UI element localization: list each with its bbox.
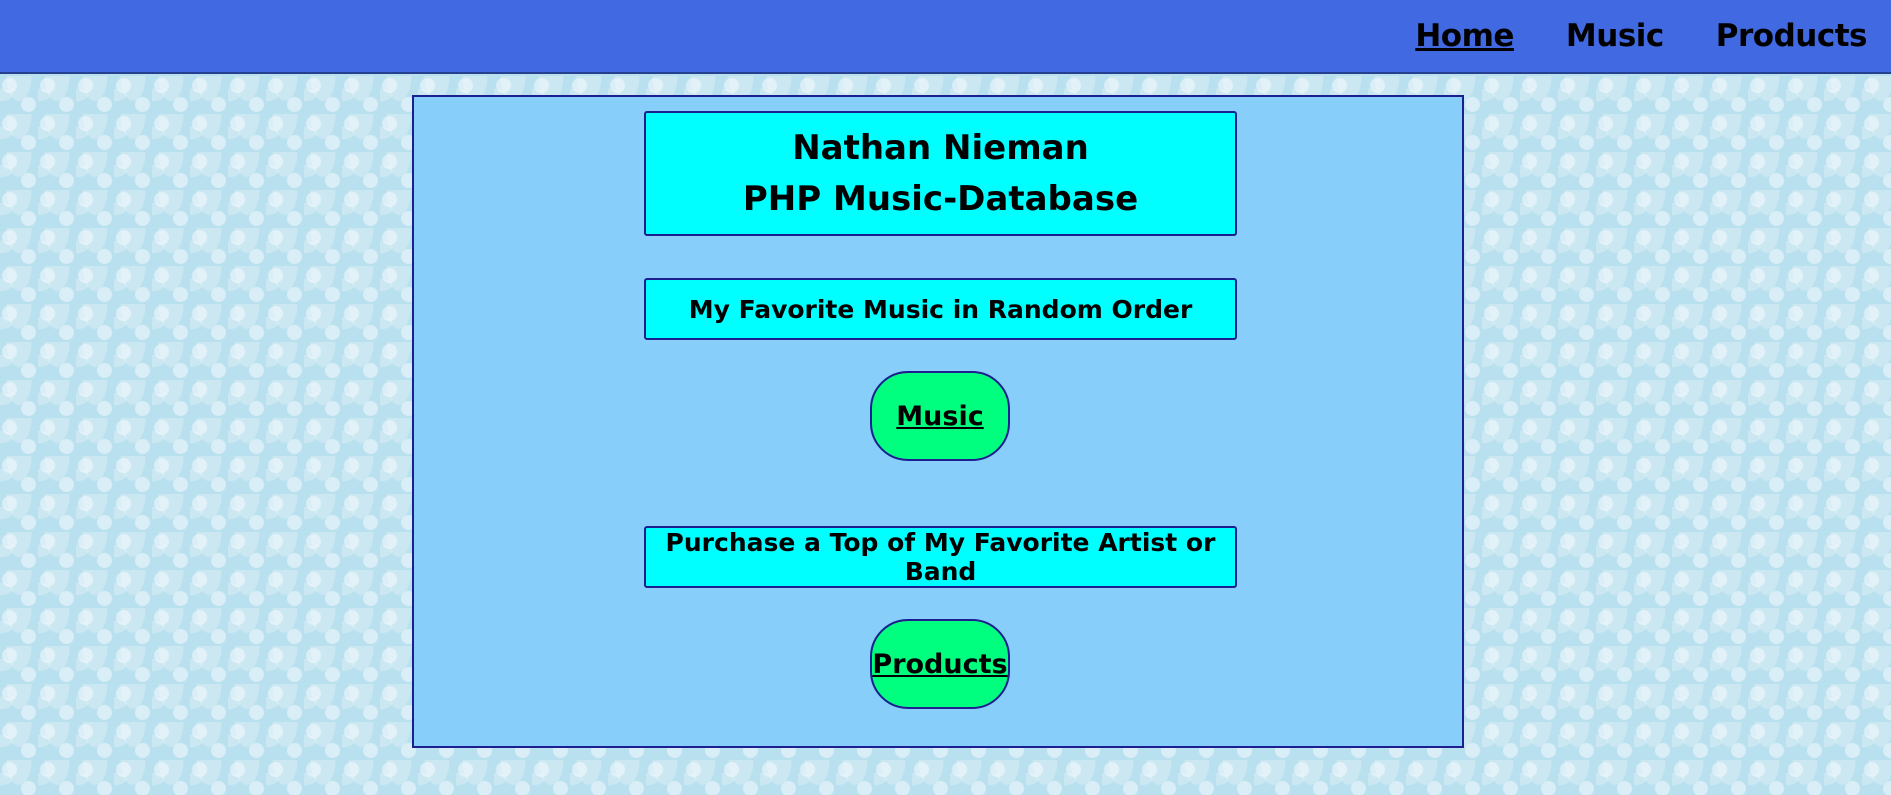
nav-link-music[interactable]: Music [1566,18,1664,54]
music-section-heading: My Favorite Music in Random Order [644,278,1237,340]
page-title-subtitle: PHP Music-Database [742,178,1139,219]
nav-link-home[interactable]: Home [1415,18,1514,54]
music-button[interactable]: Music [870,371,1010,461]
nav-link-products[interactable]: Products [1716,18,1868,54]
top-navigation-bar: Home Music Products [0,0,1891,74]
products-section-heading: Purchase a Top of My Favorite Artist or … [644,526,1237,588]
products-button[interactable]: Products [870,619,1010,709]
page-title-box: Nathan Nieman PHP Music-Database [644,111,1237,236]
content-panel: Nathan Nieman PHP Music-Database My Favo… [412,95,1464,748]
page-title-name: Nathan Nieman [792,127,1089,168]
main-nav: Home Music Products [1415,0,1891,72]
